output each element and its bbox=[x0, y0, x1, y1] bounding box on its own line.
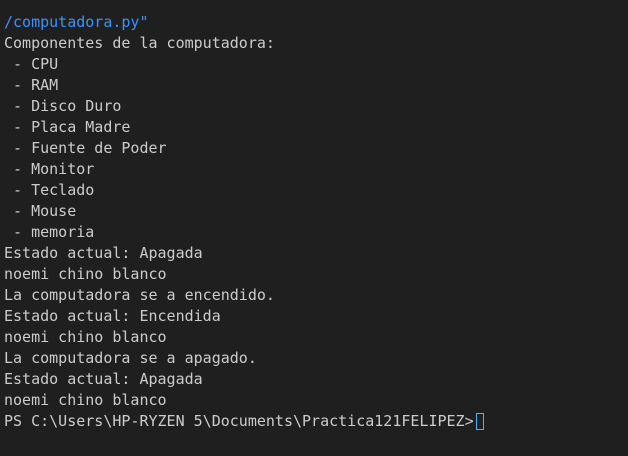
status-line: Estado actual: Encendida bbox=[4, 307, 221, 325]
component-item-fuente-de-poder: - Fuente de Poder bbox=[4, 139, 167, 157]
status-line: Estado actual: Apagada bbox=[4, 244, 203, 262]
script-path-line: /computadora.py" bbox=[4, 13, 149, 31]
status-line: Estado actual: Apagada bbox=[4, 370, 203, 388]
terminal-output: /computadora.py" Componentes de la compu… bbox=[4, 12, 484, 432]
component-item-disco-duro: - Disco Duro bbox=[4, 97, 122, 115]
output-heading: Componentes de la computadora: bbox=[4, 34, 275, 52]
text-cursor-icon[interactable] bbox=[475, 413, 484, 430]
owner-line: noemi chino blanco bbox=[4, 328, 167, 346]
component-item-cpu: - CPU bbox=[4, 55, 59, 73]
component-item-memoria: - memoria bbox=[4, 223, 95, 241]
component-item-teclado: - Teclado bbox=[4, 181, 95, 199]
prompt-line[interactable]: PS C:\Users\HP-RYZEN 5\Documents\Practic… bbox=[4, 411, 484, 432]
event-line: La computadora se a encendido. bbox=[4, 286, 275, 304]
component-item-ram: - RAM bbox=[4, 76, 59, 94]
component-item-monitor: - Monitor bbox=[4, 160, 95, 178]
owner-line: noemi chino blanco bbox=[4, 391, 167, 409]
component-item-mouse: - Mouse bbox=[4, 202, 77, 220]
component-item-placa-madre: - Placa Madre bbox=[4, 118, 131, 136]
event-line: La computadora se a apagado. bbox=[4, 349, 257, 367]
terminal-panel[interactable]: /computadora.py" Componentes de la compu… bbox=[0, 0, 628, 456]
owner-line: noemi chino blanco bbox=[4, 265, 167, 283]
prompt-text: PS C:\Users\HP-RYZEN 5\Documents\Practic… bbox=[4, 412, 474, 430]
